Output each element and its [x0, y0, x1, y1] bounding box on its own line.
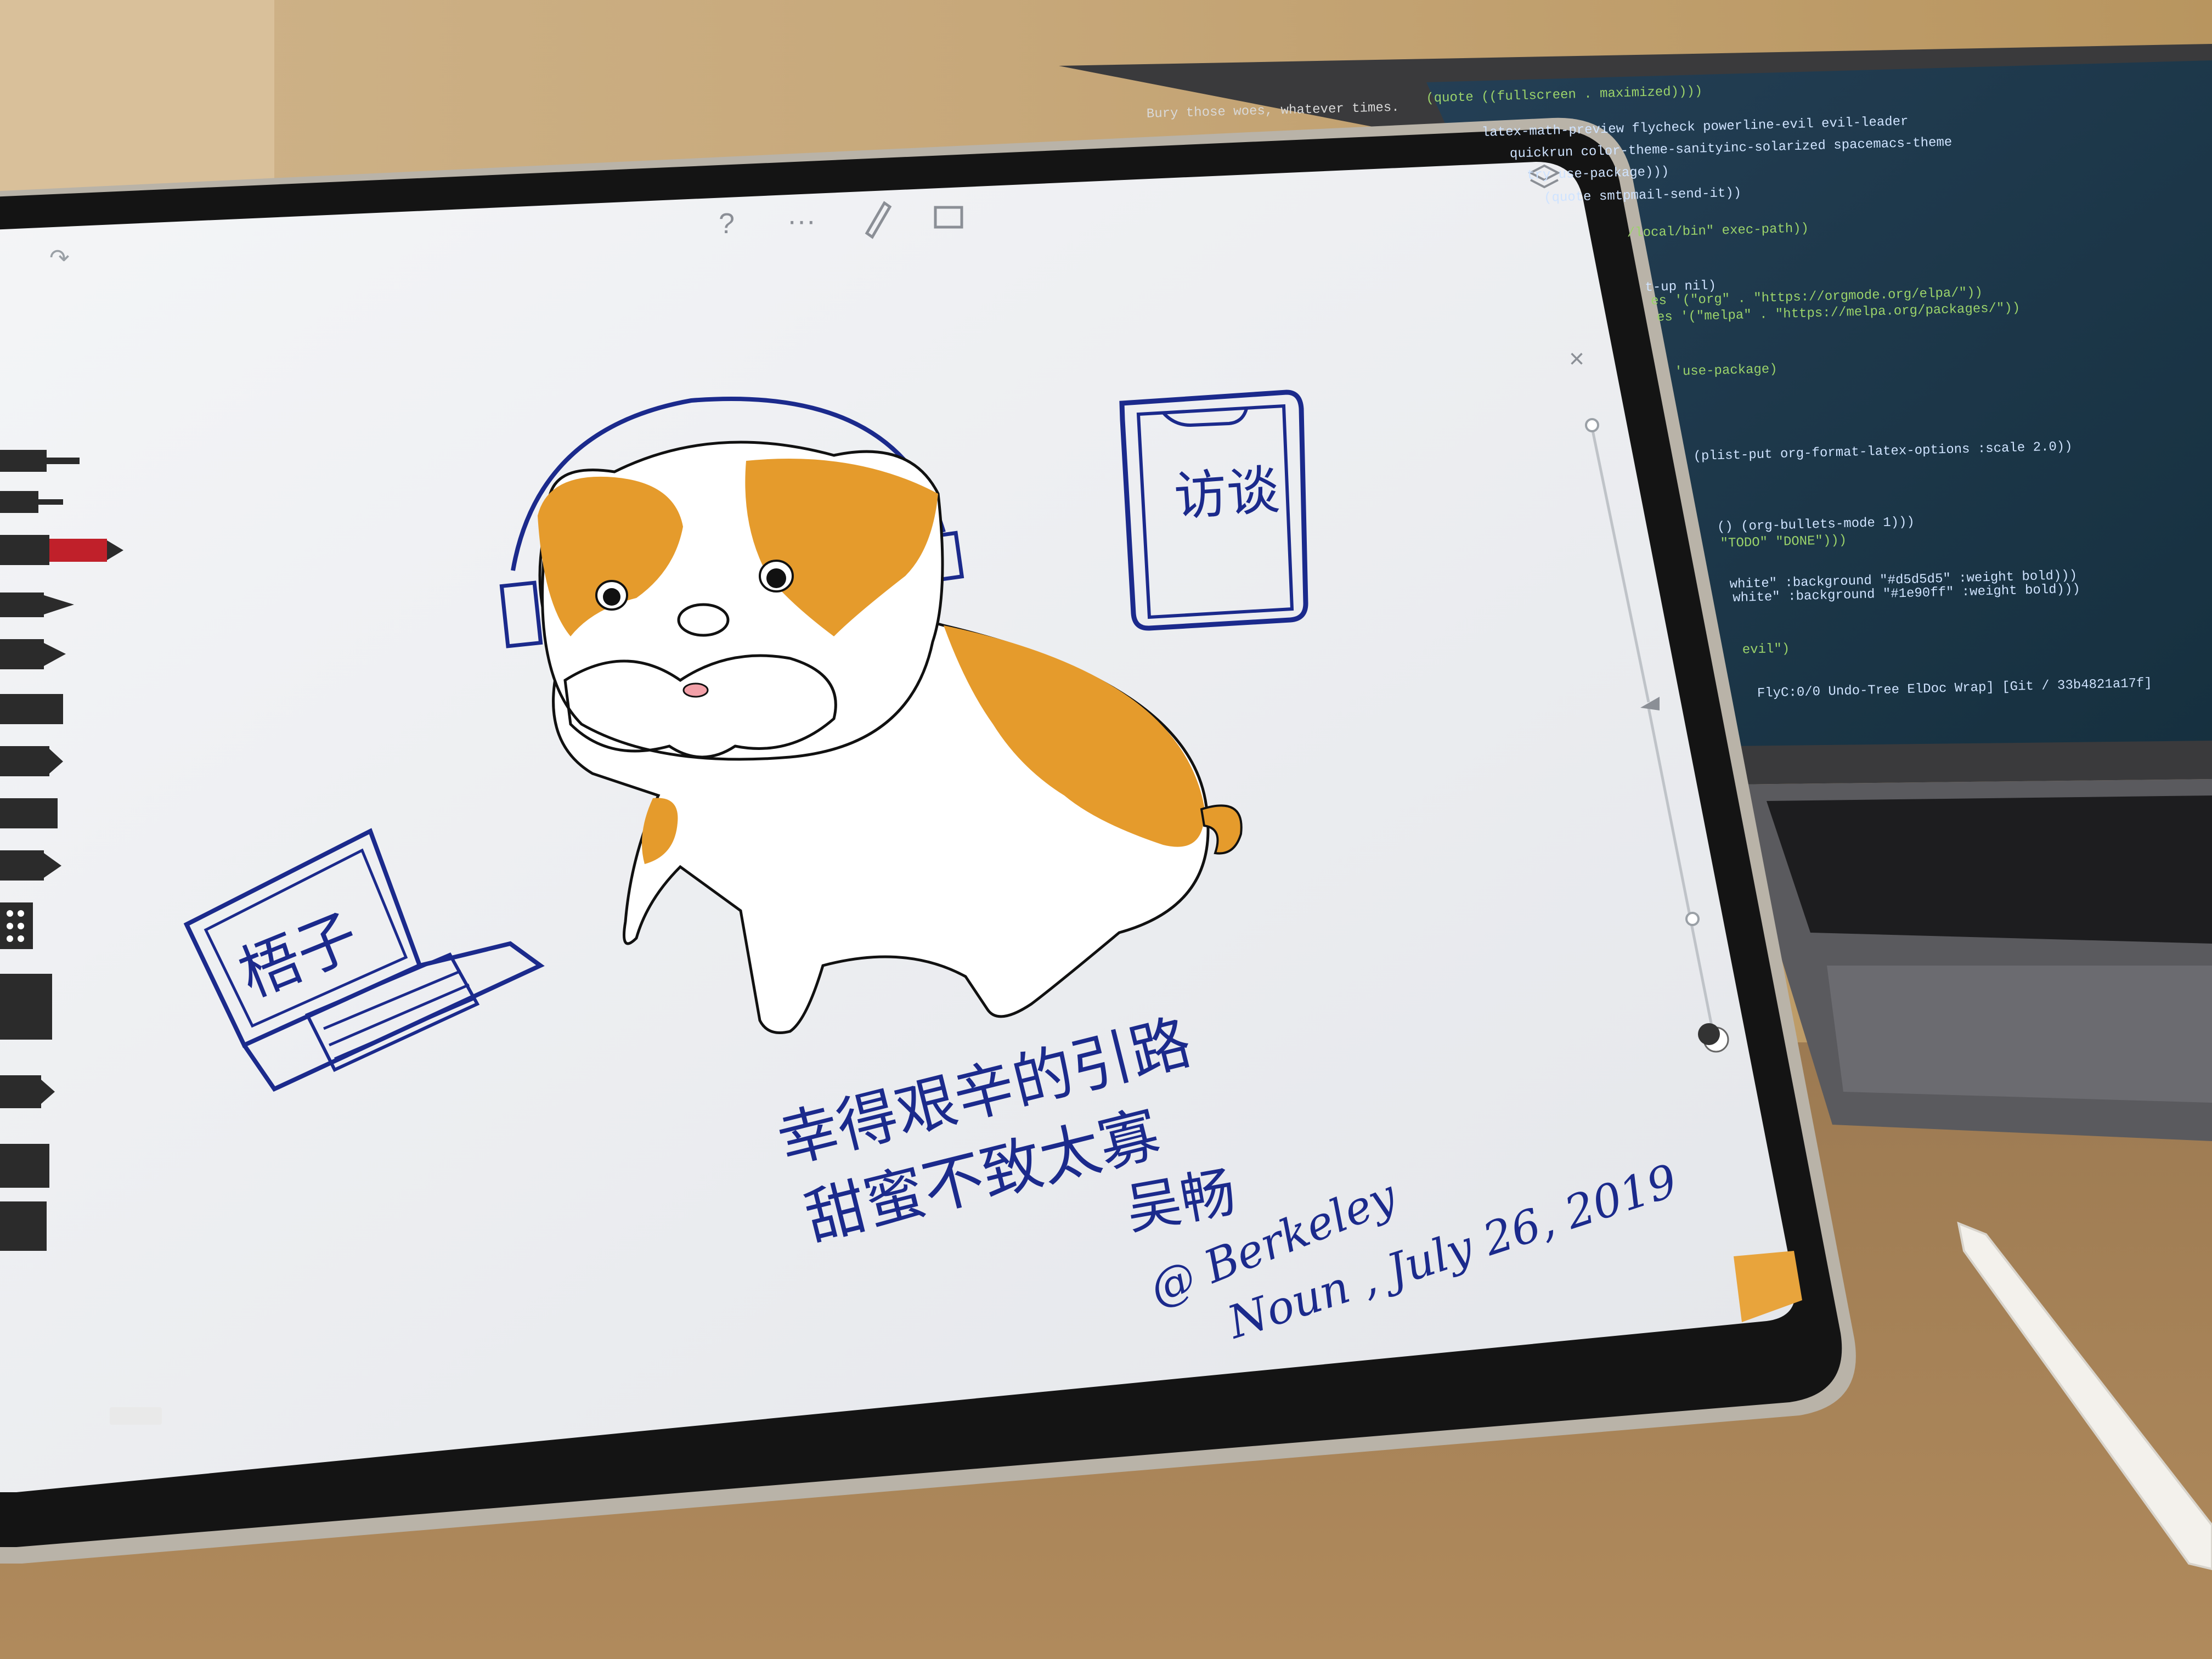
home-indicator	[110, 1407, 162, 1425]
question-icon[interactable]: ?	[719, 208, 735, 240]
redo-icon[interactable]: ↷	[49, 245, 70, 272]
laptop-trackpad	[1827, 966, 2212, 1103]
flat-brush-tool[interactable]	[0, 798, 58, 828]
code-line: evil")	[1742, 641, 1790, 657]
ellipsis-icon[interactable]: ···	[787, 205, 816, 237]
chisel-marker-tool[interactable]	[0, 694, 63, 724]
paint-roller-tool[interactable]	[0, 974, 52, 1040]
dog-nose	[677, 603, 730, 637]
dog-tongue	[682, 682, 709, 698]
laptop-keyboard	[1767, 795, 2212, 944]
texture-brush-tool[interactable]	[0, 902, 33, 949]
close-icon[interactable]: ×	[1569, 345, 1584, 374]
phone-label: 访谈	[1172, 459, 1281, 528]
smudge-tool[interactable]	[0, 1201, 47, 1251]
red-marker-tool[interactable]	[0, 535, 123, 565]
eraser-tool[interactable]	[0, 1144, 49, 1188]
photo-scene: ? ··· × ↷ 访谈 梧子 幸得艰辛的引路 甜蜜不致太寡 吴畅 @ Berk…	[0, 0, 2212, 1659]
code-line: 'use-package)	[1674, 362, 1778, 380]
